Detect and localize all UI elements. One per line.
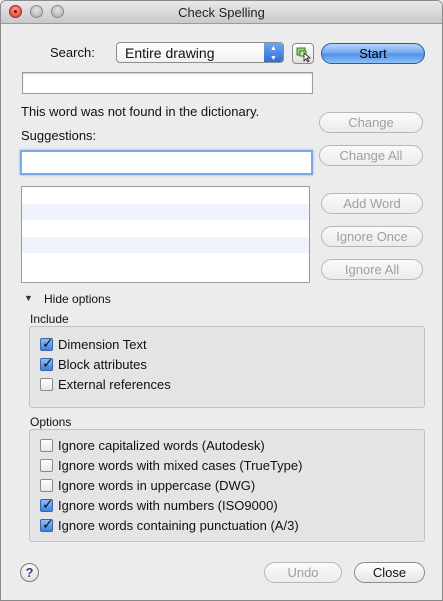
search-scope-select[interactable]: Entire drawing ▲ ▼ [116,42,284,63]
search-scope-value: Entire drawing [125,45,215,61]
options-group: Ignore capitalized words (Autodesk) Igno… [29,429,425,542]
checkbox-label: Ignore capitalized words (Autodesk) [58,438,265,453]
pick-object-icon [296,47,312,63]
checkbox[interactable] [40,378,53,391]
include-group: ✓ Dimension Text ✓ Block attributes Exte… [29,326,425,408]
ignore-once-button[interactable]: Ignore Once [321,226,423,247]
help-button[interactable]: ? [20,563,39,582]
checkmark-icon: ✓ [42,516,54,532]
list-item[interactable] [22,253,309,270]
checkmark-icon: ✓ [42,335,54,351]
list-item[interactable] [22,220,309,237]
checkbox-label: External references [58,377,171,392]
checkbox-label: Block attributes [58,357,147,372]
checkbox-label: Ignore words with mixed cases (TrueType) [58,458,303,473]
checkmark-icon: ✓ [42,355,54,371]
search-label: Search: [50,45,95,60]
title-bar: Check Spelling [1,1,442,24]
close-button[interactable]: Close [354,562,425,583]
select-objects-button[interactable] [292,43,314,64]
suggestions-list[interactable] [21,186,310,283]
change-all-button[interactable]: Change All [319,145,423,166]
check-spelling-dialog: Check Spelling Search: Entire drawing ▲ ▼… [0,0,443,601]
triangle-down-icon[interactable]: ▼ [24,293,33,303]
change-button[interactable]: Change [319,112,423,133]
not-found-message: This word was not found in the dictionar… [21,104,260,119]
list-item[interactable] [22,203,309,221]
start-button[interactable]: Start [321,43,425,64]
current-word-field[interactable] [22,72,313,94]
undo-button[interactable]: Undo [264,562,342,583]
checkbox[interactable] [40,459,53,472]
select-arrows-icon: ▲ ▼ [264,43,283,62]
list-item[interactable] [22,236,309,254]
list-item[interactable] [22,187,309,204]
add-word-button[interactable]: Add Word [321,193,423,214]
checkbox[interactable] [40,479,53,492]
include-group-label: Include [30,312,69,326]
hide-options-toggle[interactable]: Hide options [44,292,111,306]
ignore-all-button[interactable]: Ignore All [321,259,423,280]
checkbox-label: Ignore words containing punctuation (A/3… [58,518,299,533]
checkbox[interactable]: ✓ [40,496,54,512]
suggestions-label: Suggestions: [21,128,97,143]
checkbox[interactable]: ✓ [40,516,54,532]
checkbox-label: Dimension Text [58,337,147,352]
checkmark-icon: ✓ [42,496,54,512]
suggestion-input[interactable] [20,150,313,175]
checkbox-label: Ignore words in uppercase (DWG) [58,478,256,493]
checkbox[interactable] [40,439,53,452]
options-group-label: Options [30,415,72,429]
checkbox[interactable]: ✓ [40,355,54,371]
window-title: Check Spelling [178,5,265,20]
checkbox[interactable]: ✓ [40,335,54,351]
checkbox-label: Ignore words with numbers (ISO9000) [58,498,278,513]
